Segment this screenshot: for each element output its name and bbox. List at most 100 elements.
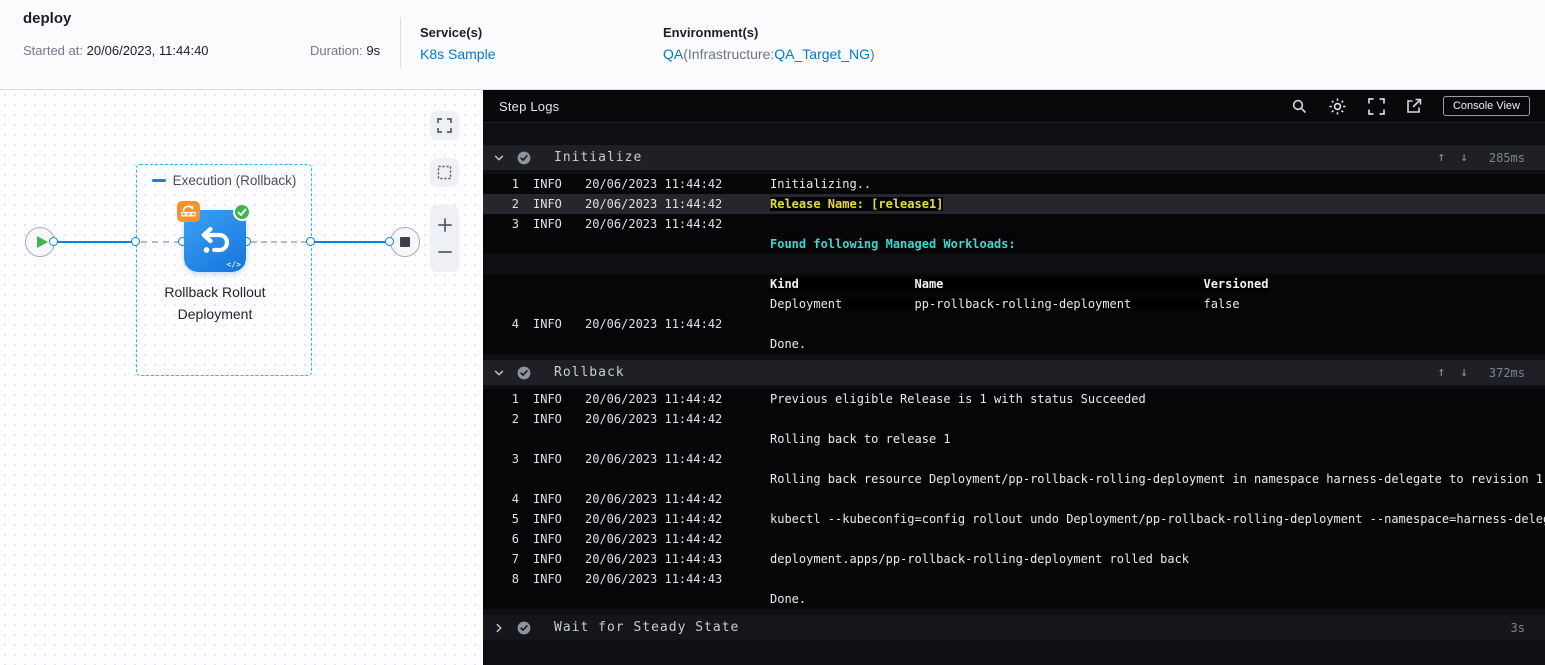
success-check-icon	[517, 366, 533, 380]
log-message: kubectl --kubeconfig=config rollout undo…	[770, 512, 1545, 526]
scroll-bottom-button[interactable]: ↓	[1460, 150, 1468, 165]
log-message: deployment.apps/pp-rollback-rolling-depl…	[770, 552, 1190, 566]
gear-icon	[1329, 98, 1346, 114]
expand-logs-button[interactable]	[1368, 97, 1385, 115]
chevron-right-icon[interactable]	[493, 622, 511, 634]
chevron-down-icon[interactable]	[493, 152, 511, 164]
log-section-body: 1 INFO 20/06/2023 11:44:42 Initializing.. 2 I…	[483, 170, 1545, 360]
edge-start-to-stage	[55, 241, 133, 243]
duration-value: 9s	[366, 43, 381, 58]
step-label[interactable]: Rollback Rollout Deployment	[115, 282, 315, 325]
log-message: Kind Name Versioned	[770, 277, 1269, 291]
log-level: INFO	[533, 492, 562, 506]
log-line[interactable]: 3 INFO 20/06/2023 11:44:42	[483, 449, 1545, 469]
execution-group-header[interactable]: Execution (Rollback)	[137, 173, 311, 188]
log-line[interactable]: Kind Name Versioned	[483, 274, 1545, 294]
services-block: Service(s) K8s Sample	[420, 25, 495, 62]
log-settings-button[interactable]	[1328, 97, 1347, 116]
log-line[interactable]	[483, 254, 1545, 274]
infrastructure-close: )	[869, 46, 875, 62]
duration-label: Duration:	[310, 43, 363, 58]
started-at: Started at: 20/06/2023, 11:44:40	[23, 43, 209, 58]
log-level: INFO	[533, 177, 562, 191]
line-number: 1	[511, 177, 519, 191]
log-line[interactable]: 8 INFO 20/06/2023 11:44:43	[483, 569, 1545, 589]
zoom-out-button[interactable]	[430, 240, 459, 264]
log-line[interactable]: 7 INFO 20/06/2023 11:44:43 deployment.apps/…	[483, 549, 1545, 569]
scroll-top-button[interactable]: ↑	[1437, 365, 1445, 380]
log-section-title: Wait for Steady State	[554, 620, 740, 635]
log-timestamp: 20/06/2023 11:44:42	[585, 217, 723, 231]
log-timestamp: 20/06/2023 11:44:42	[585, 512, 723, 526]
chevron-down-icon[interactable]	[493, 367, 511, 379]
log-section-header[interactable]: Initialize ↑ ↓ 285ms	[483, 145, 1545, 170]
scroll-bottom-button[interactable]: ↓	[1460, 365, 1468, 380]
log-line[interactable]: 4 INFO 20/06/2023 11:44:42	[483, 489, 1545, 509]
open-in-new-tab-button[interactable]	[1406, 98, 1422, 114]
log-line[interactable]: 2 INFO 20/06/2023 11:44:42 Release Name: [r…	[483, 194, 1545, 214]
line-number: 5	[511, 512, 519, 526]
rollback-step-node[interactable]: </>	[177, 201, 251, 272]
log-section-body: 1 INFO 20/06/2023 11:44:42 Previous eligibl…	[483, 385, 1545, 615]
log-section-header[interactable]: Rollback ↑ ↓ 372ms	[483, 360, 1545, 385]
log-timestamp: 20/06/2023 11:44:42	[585, 452, 723, 466]
log-message: Previous eligible Release is 1 with stat…	[770, 392, 1146, 406]
log-timestamp: 20/06/2023 11:44:42	[585, 392, 723, 406]
line-number: 1	[511, 392, 519, 406]
log-message: Done.	[770, 337, 807, 351]
log-section-header[interactable]: Wait for Steady State 3s	[483, 615, 1545, 640]
marquee-select-button[interactable]	[430, 158, 459, 187]
started-at-label: Started at:	[23, 43, 83, 58]
line-number: 3	[511, 217, 519, 231]
log-line[interactable]: 5 INFO 20/06/2023 11:44:42 kubectl --kubeco…	[483, 509, 1545, 529]
execution-group-label: Execution (Rollback)	[172, 173, 297, 188]
minus-icon	[437, 251, 452, 254]
success-check-icon	[517, 151, 533, 165]
external-link-icon	[1407, 98, 1422, 113]
environment-link[interactable]: QA	[663, 46, 683, 62]
line-number: 2	[511, 197, 519, 211]
log-line[interactable]: 6 INFO 20/06/2023 11:44:42	[483, 529, 1545, 549]
header-divider	[400, 18, 401, 68]
log-level: INFO	[533, 317, 562, 331]
log-section-title: Rollback	[554, 365, 625, 380]
log-level: INFO	[533, 392, 562, 406]
collapse-dash-icon	[151, 179, 166, 182]
services-label: Service(s)	[420, 25, 483, 40]
service-link[interactable]: K8s Sample	[420, 46, 495, 62]
line-number: 2	[511, 412, 519, 426]
log-line[interactable]: Done.	[483, 589, 1545, 609]
pipeline-canvas[interactable]: Execution (Rollback) </> Rollback Rollou…	[0, 90, 483, 665]
search-button[interactable]	[1291, 98, 1307, 114]
zoom-in-button[interactable]	[430, 213, 459, 237]
log-line[interactable]: 4 INFO 20/06/2023 11:44:42	[483, 314, 1545, 334]
end-node[interactable]	[390, 227, 420, 257]
log-message: Deployment pp-rollback-rolling-deploymen…	[770, 297, 1240, 311]
scroll-top-button[interactable]: ↑	[1437, 150, 1445, 165]
rollout-badge-icon	[177, 201, 200, 222]
connector-dot	[131, 237, 140, 246]
log-line[interactable]: Found following Managed Workloads:	[483, 234, 1545, 254]
log-line[interactable]: 1 INFO 20/06/2023 11:44:42 Previous eligibl…	[483, 389, 1545, 409]
log-line[interactable]: Rolling back to release 1	[483, 429, 1545, 449]
log-timestamp: 20/06/2023 11:44:42	[585, 197, 723, 211]
fit-to-screen-button[interactable]	[430, 111, 459, 140]
execution-header: deploy Started at: 20/06/2023, 11:44:40 …	[0, 0, 1545, 90]
log-line[interactable]: Rolling back resource Deployment/pp-roll…	[483, 469, 1545, 489]
search-icon	[1292, 99, 1306, 113]
step-logs-header: Step Logs Console View	[483, 90, 1545, 123]
line-number: 4	[511, 492, 519, 506]
infrastructure-link[interactable]: QA_Target_NG	[774, 46, 870, 62]
log-line[interactable]: 3 INFO 20/06/2023 11:44:42	[483, 214, 1545, 234]
log-line[interactable]: Deployment pp-rollback-rolling-deploymen…	[483, 294, 1545, 314]
log-line[interactable]: Done.	[483, 334, 1545, 354]
log-line[interactable]: 1 INFO 20/06/2023 11:44:42 Initializing..	[483, 174, 1545, 194]
started-at-value: 20/06/2023, 11:44:40	[86, 43, 209, 58]
success-check-icon	[517, 621, 533, 635]
connector-dot	[306, 237, 315, 246]
log-line[interactable]: 2 INFO 20/06/2023 11:44:42	[483, 409, 1545, 429]
console-view-button[interactable]: Console View	[1442, 96, 1530, 116]
log-timestamp: 20/06/2023 11:44:42	[585, 177, 723, 191]
duration: Duration: 9s	[310, 43, 380, 58]
fullscreen-icon	[1368, 97, 1385, 115]
